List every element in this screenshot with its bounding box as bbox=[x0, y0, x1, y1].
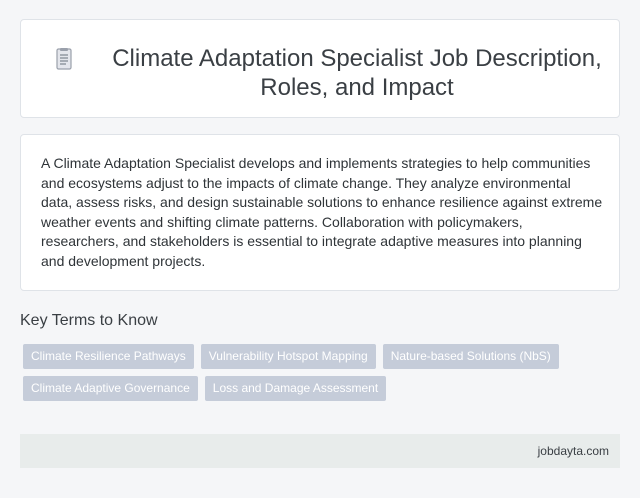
footer-site-link[interactable]: jobdayta.com bbox=[538, 444, 609, 458]
key-term-tag[interactable]: Loss and Damage Assessment bbox=[204, 376, 387, 401]
key-term-tag[interactable]: Climate Resilience Pathways bbox=[23, 344, 194, 369]
key-term-tag[interactable]: Nature-based Solutions (NbS) bbox=[382, 344, 559, 369]
key-term-tag[interactable]: Vulnerability Hotspot Mapping bbox=[200, 344, 376, 369]
key-terms-heading: Key Terms to Know bbox=[20, 312, 158, 329]
job-description: A Climate Adaptation Specialist develops… bbox=[41, 155, 603, 269]
title-card: Climate Adaptation Specialist Job Descri… bbox=[20, 19, 620, 118]
page-title: Climate Adaptation Specialist Job Descri… bbox=[112, 45, 602, 101]
key-term-tag[interactable]: Climate Adaptive Governance bbox=[23, 376, 198, 401]
key-terms-list: Climate Resilience Pathways Vulnerabilit… bbox=[23, 344, 583, 401]
footer-bar: jobdayta.com bbox=[20, 434, 620, 468]
document-icon bbox=[56, 48, 72, 70]
description-card: A Climate Adaptation Specialist develops… bbox=[20, 134, 620, 291]
